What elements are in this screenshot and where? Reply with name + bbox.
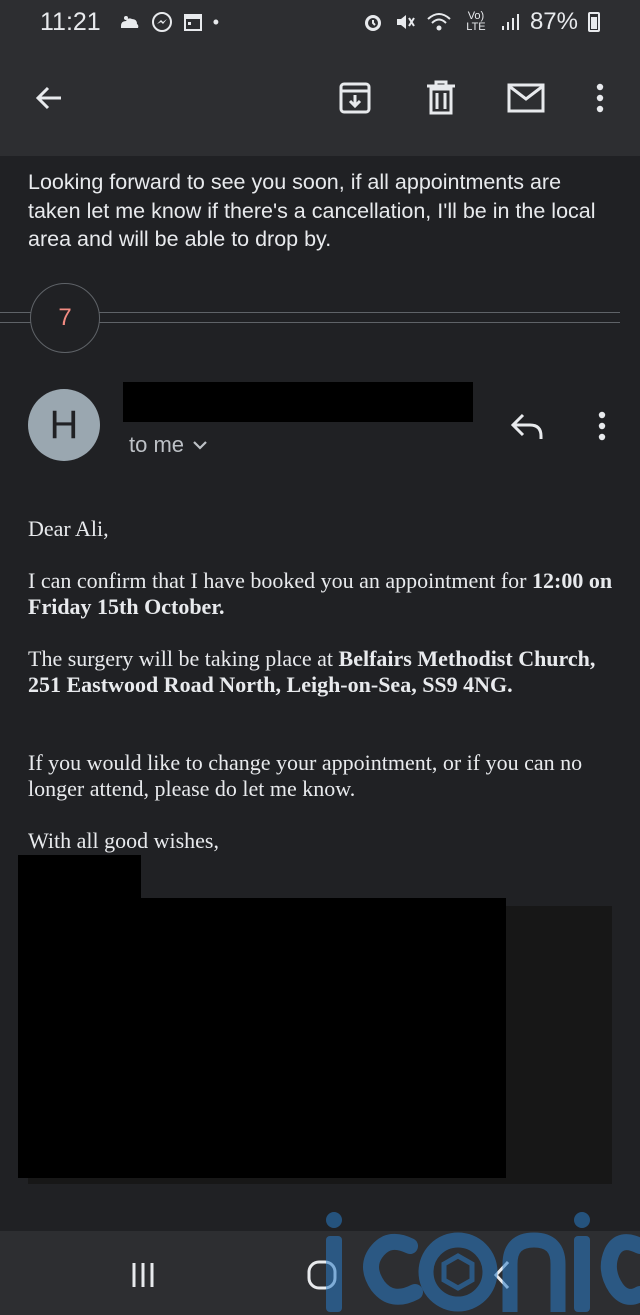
email-greeting: Dear Ali, <box>28 516 109 541</box>
battery-icon <box>588 12 600 32</box>
paragraph-text: I can confirm that I have booked you an … <box>28 568 533 593</box>
status-bar: 11:21 • Vo) LTE 87% <box>0 0 640 44</box>
recipient-label: to me <box>129 432 185 457</box>
email-paragraph-confirmation: I can confirm that I have booked you an … <box>28 568 628 620</box>
recipient-details-toggle[interactable]: to me <box>129 432 208 458</box>
network-label: Vo) LTE <box>466 10 486 33</box>
archive-icon <box>339 82 371 114</box>
battery-percent: 87% <box>529 8 578 35</box>
email-paragraph-change: If you would like to change your appoint… <box>28 750 583 801</box>
mute-icon <box>396 15 415 29</box>
delete-button[interactable] <box>417 74 465 122</box>
chevron-down-icon <box>193 441 207 450</box>
more-options-button[interactable] <box>576 74 624 122</box>
dot-icon: • <box>212 11 220 32</box>
messenger-icon <box>151 12 172 32</box>
arrow-left-icon <box>35 86 61 110</box>
back-button[interactable] <box>25 74 73 122</box>
reply-button[interactable] <box>503 402 551 450</box>
wifi-icon <box>427 13 451 31</box>
message-more-button[interactable] <box>578 402 626 450</box>
email-toolbar <box>0 44 640 156</box>
avatar[interactable]: H <box>28 389 100 461</box>
previous-message-text: Looking forward to see you soon, if all … <box>28 170 596 251</box>
iconic-watermark <box>326 1212 640 1312</box>
trash-icon <box>427 80 455 115</box>
paragraph-text: The surgery will be taking place at <box>28 646 339 671</box>
sender-name-redacted <box>123 382 473 422</box>
status-right: Vo) LTE 87% <box>362 8 600 36</box>
status-time: 11:21 <box>40 7 101 36</box>
reply-icon <box>510 413 543 439</box>
notification-icons: • <box>117 11 219 33</box>
calendar-icon <box>183 14 202 31</box>
email-paragraph-location: The surgery will be taking place at Belf… <box>28 646 628 698</box>
more-vertical-icon <box>596 83 604 113</box>
mark-unread-button[interactable] <box>502 74 550 122</box>
recent-apps-icon <box>132 1263 154 1287</box>
alarm-icon <box>364 15 381 31</box>
email-signoff: With all good wishes, <box>28 828 219 853</box>
signal-icon <box>501 14 519 30</box>
more-vertical-icon <box>598 411 606 441</box>
recent-apps-button[interactable] <box>119 1251 167 1299</box>
weather-icon <box>120 16 139 28</box>
signature-redacted <box>18 898 506 1178</box>
collapsed-messages-count[interactable]: 7 <box>30 283 100 353</box>
archive-button[interactable] <box>331 74 379 122</box>
mail-icon <box>507 83 545 113</box>
